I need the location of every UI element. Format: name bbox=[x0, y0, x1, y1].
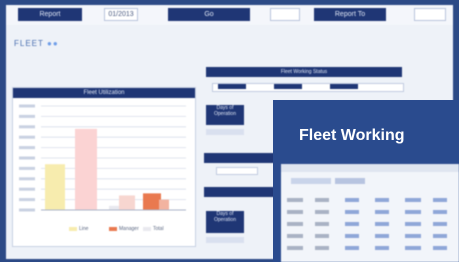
table-cell bbox=[345, 246, 359, 250]
table-cell bbox=[433, 222, 447, 226]
top-toolbar: Report 01/2013 Go Report To bbox=[6, 5, 453, 25]
y-tick-label bbox=[19, 146, 35, 150]
table-cell bbox=[315, 234, 329, 238]
fleet-shot-toolbar bbox=[281, 164, 459, 172]
fleet-working-title: Fleet Working bbox=[299, 127, 405, 144]
table-cell bbox=[345, 234, 359, 238]
status-cell bbox=[218, 84, 246, 89]
table-cell bbox=[345, 210, 359, 214]
logo-text: FLEET bbox=[14, 39, 44, 48]
fleet-working-screenshot bbox=[281, 164, 459, 262]
y-tick-label bbox=[19, 125, 35, 129]
table-cell bbox=[375, 222, 389, 226]
legend-item-total: Total bbox=[143, 226, 164, 232]
table-cell bbox=[315, 222, 329, 226]
summary-strip-2 bbox=[204, 187, 274, 197]
table-row bbox=[287, 246, 455, 251]
y-tick-label bbox=[19, 156, 35, 160]
status-cell bbox=[274, 84, 302, 89]
chart-bar bbox=[143, 193, 161, 210]
table-cell bbox=[433, 234, 447, 238]
utilization-chart bbox=[19, 104, 186, 212]
table-row bbox=[287, 222, 455, 227]
table-cell bbox=[287, 234, 303, 238]
table-cell bbox=[287, 222, 303, 226]
status-cell bbox=[330, 84, 358, 89]
fleet-working-card[interactable]: Fleet Working bbox=[273, 100, 459, 262]
table-cell bbox=[345, 222, 359, 226]
table-cell bbox=[287, 198, 303, 202]
y-tick-label bbox=[19, 198, 35, 202]
table-cell bbox=[315, 246, 329, 250]
y-tick-label bbox=[19, 114, 35, 118]
chart-bar bbox=[45, 164, 65, 210]
logo: FLEET ●● bbox=[14, 39, 59, 48]
chart-bar bbox=[75, 128, 97, 210]
fleet-shot-tab bbox=[291, 178, 331, 184]
go-button[interactable]: Go bbox=[168, 8, 250, 21]
chart-bar bbox=[119, 195, 135, 210]
legend-item-manager: Manager bbox=[109, 226, 139, 232]
table-cell bbox=[405, 198, 421, 202]
status-strip-header: Fleet Working Status bbox=[206, 67, 402, 77]
export-field[interactable] bbox=[414, 8, 446, 21]
y-tick-label bbox=[19, 104, 35, 108]
table-cell bbox=[375, 234, 389, 238]
y-tick-label bbox=[19, 208, 35, 212]
fleet-shot-tab bbox=[335, 178, 365, 184]
days-operation-value bbox=[206, 129, 244, 135]
y-tick-label bbox=[19, 187, 35, 191]
table-cell bbox=[405, 222, 421, 226]
report-to-button[interactable]: Report To bbox=[314, 8, 386, 21]
table-cell bbox=[287, 210, 303, 214]
date-field[interactable]: 01/2013 bbox=[104, 8, 138, 21]
legend-item-line: Line bbox=[69, 226, 88, 232]
table-cell bbox=[405, 210, 421, 214]
filter-field[interactable] bbox=[270, 8, 300, 21]
table-cell bbox=[375, 198, 389, 202]
summary-row bbox=[216, 167, 258, 175]
table-cell bbox=[287, 246, 303, 250]
table-cell bbox=[433, 246, 447, 250]
days-operation-box: Days of Operation bbox=[206, 105, 244, 125]
summary-strip bbox=[204, 153, 274, 163]
table-cell bbox=[405, 234, 421, 238]
days-operation-box-2: Days of Operation bbox=[206, 211, 244, 233]
table-cell bbox=[315, 210, 329, 214]
utilization-chart-panel: Fleet Utilization Line Manager Total bbox=[12, 87, 196, 247]
screen: Report 01/2013 Go Report To FLEET ●● Fle… bbox=[0, 0, 459, 262]
report-button[interactable]: Report bbox=[18, 8, 82, 21]
table-cell bbox=[433, 210, 447, 214]
days-operation-value-2 bbox=[206, 237, 244, 243]
table-row bbox=[287, 210, 455, 215]
table-cell bbox=[433, 198, 447, 202]
table-row bbox=[287, 234, 455, 239]
chart-bar bbox=[159, 199, 169, 210]
table-cell bbox=[315, 198, 329, 202]
table-cell bbox=[375, 246, 389, 250]
y-tick-label bbox=[19, 135, 35, 139]
table-cell bbox=[345, 198, 359, 202]
table-cell bbox=[375, 210, 389, 214]
y-tick-label bbox=[19, 177, 35, 181]
logo-accent-icon: ●● bbox=[46, 39, 59, 48]
table-cell bbox=[405, 246, 421, 250]
table-row bbox=[287, 198, 455, 203]
y-tick-label bbox=[19, 166, 35, 170]
status-strip-title: Fleet Working Status bbox=[280, 69, 328, 75]
